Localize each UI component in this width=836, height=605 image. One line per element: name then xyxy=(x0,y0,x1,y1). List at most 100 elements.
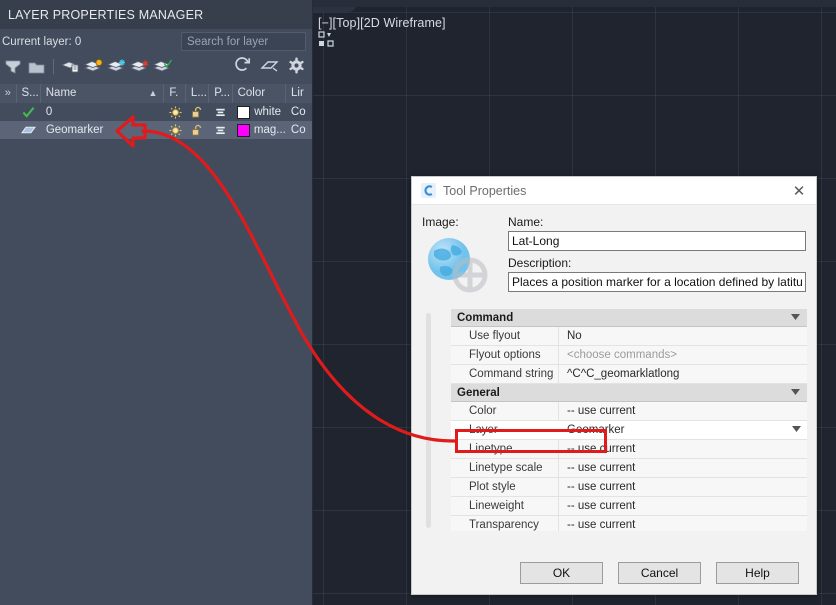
sort-ascending-icon[interactable]: ▲ xyxy=(149,84,158,103)
property-value[interactable]: -- use current xyxy=(559,481,807,493)
table-row[interactable]: Geomarker mag... Co xyxy=(0,121,312,139)
section-header-command[interactable]: Command xyxy=(451,309,807,327)
property-row-flyout-options[interactable]: Flyout options <choose commands> xyxy=(451,346,807,365)
new-group-filter-icon[interactable] xyxy=(27,58,46,75)
property-name: Command string xyxy=(451,365,559,383)
layer-properties-manager-palette[interactable]: LAYER PROPERTIES MANAGER Current layer: … xyxy=(0,0,343,605)
cancel-button[interactable]: Cancel xyxy=(618,562,701,584)
layer-sheet-icon[interactable] xyxy=(17,121,41,139)
current-layer-label: Current layer: 0 xyxy=(2,36,82,48)
property-name: Color xyxy=(451,402,559,420)
refresh-icon[interactable] xyxy=(233,57,252,74)
palette-toolbar-right[interactable] xyxy=(233,57,306,74)
toolbar-divider xyxy=(53,58,54,74)
description-field[interactable] xyxy=(508,272,806,292)
sun-icon[interactable] xyxy=(165,121,186,139)
name-field[interactable] xyxy=(508,231,806,251)
property-row-linetype[interactable]: Linetype -- use current xyxy=(451,440,807,459)
settings-gear-icon[interactable] xyxy=(287,57,306,74)
plotter-icon[interactable] xyxy=(209,103,232,121)
new-layer-vp-frozen-icon[interactable] xyxy=(107,58,126,75)
palette-toolbar[interactable] xyxy=(0,55,312,77)
column-lock[interactable]: L... xyxy=(186,84,210,103)
caret-down-icon[interactable] xyxy=(791,389,800,396)
sun-icon[interactable] xyxy=(165,103,186,121)
section-header-general[interactable]: General xyxy=(451,384,807,402)
property-grid[interactable]: Command Use flyout No Flyout options <ch… xyxy=(423,309,807,531)
tool-properties-dialog[interactable]: Tool Properties ✕ Image: Name: Lat-Long … xyxy=(411,176,817,595)
layer-name-cell[interactable]: 0 xyxy=(41,103,165,121)
help-button[interactable]: Help xyxy=(716,562,799,584)
green-check-icon[interactable] xyxy=(17,103,41,121)
search-input[interactable] xyxy=(182,34,343,49)
unlocked-padlock-icon[interactable] xyxy=(186,103,209,121)
property-name: Linetype xyxy=(451,440,559,458)
image-column: Image: xyxy=(422,215,494,295)
column-expand[interactable]: » xyxy=(0,84,17,103)
dialog-body: Image: Name: Lat-Long Description: Place… xyxy=(412,205,816,295)
property-value[interactable]: ^C^C_geomarklatlong xyxy=(559,368,807,380)
dialog-title: Tool Properties xyxy=(443,183,527,198)
table-row[interactable]: 0 white Co xyxy=(0,103,312,121)
caret-down-icon[interactable] xyxy=(791,314,800,321)
property-value[interactable]: No xyxy=(559,330,807,342)
column-plot[interactable]: P... xyxy=(209,84,233,103)
property-row-lineweight[interactable]: Lineweight -- use current xyxy=(451,497,807,516)
delete-layer-icon[interactable] xyxy=(130,58,149,75)
property-value[interactable]: -- use current xyxy=(559,519,807,531)
name-label: Name: xyxy=(508,215,544,229)
layer-linetype-cell[interactable]: Co xyxy=(286,121,312,139)
column-freeze[interactable]: F. xyxy=(164,84,186,103)
description-label: Description: xyxy=(508,256,572,270)
palette-current-layer-row: Current layer: 0 xyxy=(0,29,343,55)
chevron-down-icon[interactable] xyxy=(792,426,801,433)
layer-table[interactable]: » S... Name ▲ F. L... P... Color Lir 0 w… xyxy=(0,84,312,605)
property-value[interactable]: -- use current xyxy=(559,500,807,512)
property-value[interactable]: -- use current xyxy=(559,405,807,417)
new-property-filter-icon[interactable] xyxy=(4,58,23,75)
viewport-tab-strip-bar xyxy=(313,0,836,7)
layer-table-header[interactable]: » S... Name ▲ F. L... P... Color Lir xyxy=(0,84,312,103)
property-row-color[interactable]: Color -- use current xyxy=(451,402,807,421)
layer-color-cell[interactable]: mag... xyxy=(232,121,286,139)
layer-linetype-cell[interactable]: Co xyxy=(286,103,312,121)
dialog-buttons[interactable]: OK Cancel Help xyxy=(412,562,816,584)
property-name: Lineweight xyxy=(451,497,559,515)
plotter-icon[interactable] xyxy=(209,121,232,139)
set-current-icon[interactable] xyxy=(153,58,172,75)
property-row-use-flyout[interactable]: Use flyout No xyxy=(451,327,807,346)
column-name[interactable]: Name ▲ xyxy=(41,84,165,103)
column-status[interactable]: S... xyxy=(17,84,41,103)
property-value[interactable]: <choose commands> xyxy=(559,349,807,361)
property-row-layer[interactable]: Layer Geomarker xyxy=(451,421,807,440)
layer-states-manager-icon[interactable] xyxy=(61,58,80,75)
property-name: Plot style xyxy=(451,478,559,496)
ok-button[interactable]: OK xyxy=(520,562,603,584)
new-layer-icon[interactable] xyxy=(84,58,103,75)
layer-name-cell[interactable]: Geomarker xyxy=(41,121,165,139)
globe-geomarker-icon xyxy=(422,233,494,295)
property-name: Use flyout xyxy=(451,327,559,345)
color-swatch[interactable] xyxy=(237,123,250,137)
column-color[interactable]: Color xyxy=(233,84,287,103)
color-label: mag... xyxy=(253,124,286,136)
property-value[interactable]: -- use current xyxy=(559,462,807,474)
unlocked-padlock-icon[interactable] xyxy=(186,121,209,139)
property-value[interactable]: Geomarker xyxy=(559,424,807,436)
property-name: Layer xyxy=(469,424,498,436)
property-row-linetype-scale[interactable]: Linetype scale -- use current xyxy=(451,459,807,478)
dialog-titlebar[interactable]: Tool Properties ✕ xyxy=(412,177,816,205)
viewport-label[interactable]: [−][Top][2D Wireframe] xyxy=(318,16,446,30)
close-icon[interactable]: ✕ xyxy=(786,180,812,202)
property-row-plot-style[interactable]: Plot style -- use current xyxy=(451,478,807,497)
search-box[interactable] xyxy=(181,32,343,51)
property-value[interactable]: -- use current xyxy=(559,443,807,455)
palette-title: LAYER PROPERTIES MANAGER xyxy=(0,0,312,29)
layer-isolate-icon[interactable] xyxy=(260,57,279,74)
column-linetype[interactable]: Lir xyxy=(286,84,312,103)
section-title: General xyxy=(457,386,500,399)
property-row-transparency[interactable]: Transparency -- use current xyxy=(451,516,807,531)
layer-color-cell[interactable]: white xyxy=(232,103,286,121)
property-row-command-string[interactable]: Command string ^C^C_geomarklatlong xyxy=(451,365,807,384)
color-swatch[interactable] xyxy=(237,105,251,119)
